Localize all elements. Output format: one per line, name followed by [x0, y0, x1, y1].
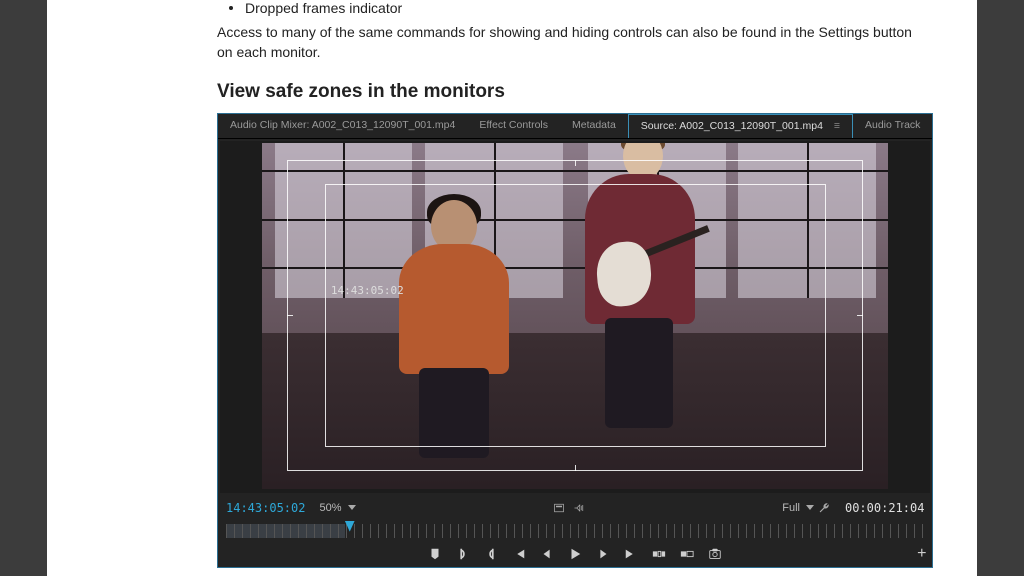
tab-metadata[interactable]: Metadata — [560, 114, 628, 138]
tab-effect-controls[interactable]: Effect Controls — [467, 114, 560, 138]
chevron-down-icon — [348, 505, 356, 510]
add-marker-icon[interactable] — [428, 547, 442, 561]
go-to-out-icon[interactable] — [624, 547, 638, 561]
time-ruler[interactable] — [226, 521, 924, 541]
tab-audio-clip-mixer[interactable]: Audio Clip Mixer: A002_C013_12090T_001.m… — [218, 114, 467, 138]
resolution-value: Full — [782, 502, 800, 514]
center-tick — [575, 160, 576, 166]
play-icon[interactable] — [568, 547, 582, 561]
center-tick — [575, 465, 576, 471]
overwrite-icon[interactable] — [680, 547, 694, 561]
mark-out-icon[interactable] — [484, 547, 498, 561]
resolution-select[interactable]: Full — [782, 502, 814, 514]
export-frame-icon[interactable] — [708, 547, 722, 561]
ruler-ticks — [226, 524, 924, 538]
document-page: Dropped frames indicator Access to many … — [47, 0, 977, 576]
mark-in-icon[interactable] — [456, 547, 470, 561]
intro-paragraph: Access to many of the same commands for … — [217, 22, 927, 63]
bullet-list-item: Dropped frames indicator — [217, 0, 927, 16]
tab-audio-track[interactable]: Audio Track — [853, 114, 932, 138]
current-timecode[interactable]: 14:43:05:02 — [226, 501, 305, 515]
transport-controls: + — [218, 541, 932, 567]
chevron-down-icon — [806, 505, 814, 510]
go-to-in-icon[interactable] — [512, 547, 526, 561]
transport-info-row: 14:43:05:02 50% Full 00:00:21:04 — [218, 493, 932, 519]
drag-audio-icon[interactable] — [573, 502, 585, 514]
timecode-overlay: 14:43:05:02 — [331, 284, 404, 297]
tab-source-label: Source: A002_C013_12090T_001.mp4 — [641, 120, 823, 132]
bullet-dot-icon — [229, 6, 233, 10]
video-viewer[interactable]: 14:43:05:02 — [220, 141, 930, 493]
panel-tabs: Audio Clip Mixer: A002_C013_12090T_001.m… — [218, 114, 932, 139]
section-heading: View safe zones in the monitors — [217, 81, 927, 103]
center-tick — [857, 315, 863, 316]
insert-icon[interactable] — [652, 547, 666, 561]
video-frame: 14:43:05:02 — [262, 143, 888, 489]
button-editor-icon[interactable]: + — [917, 545, 926, 563]
figure: A B Audio Clip Mixer: A002_C013_12090T_0… — [217, 113, 927, 568]
zoom-value: 50% — [319, 502, 341, 514]
title-safe-zone — [325, 184, 826, 447]
panel-menu-icon[interactable]: ≡ — [834, 120, 840, 132]
duration-timecode: 00:00:21:04 — [845, 501, 924, 515]
step-forward-icon[interactable] — [596, 547, 610, 561]
step-back-icon[interactable] — [540, 547, 554, 561]
drag-video-icon[interactable] — [553, 502, 565, 514]
settings-icon[interactable] — [818, 501, 831, 514]
bullet-text: Dropped frames indicator — [245, 0, 402, 16]
zoom-select[interactable]: 50% — [319, 502, 355, 514]
source-monitor-panel: Audio Clip Mixer: A002_C013_12090T_001.m… — [217, 113, 933, 568]
center-tick — [287, 315, 293, 316]
tab-source[interactable]: Source: A002_C013_12090T_001.mp4 ≡ — [628, 114, 853, 138]
